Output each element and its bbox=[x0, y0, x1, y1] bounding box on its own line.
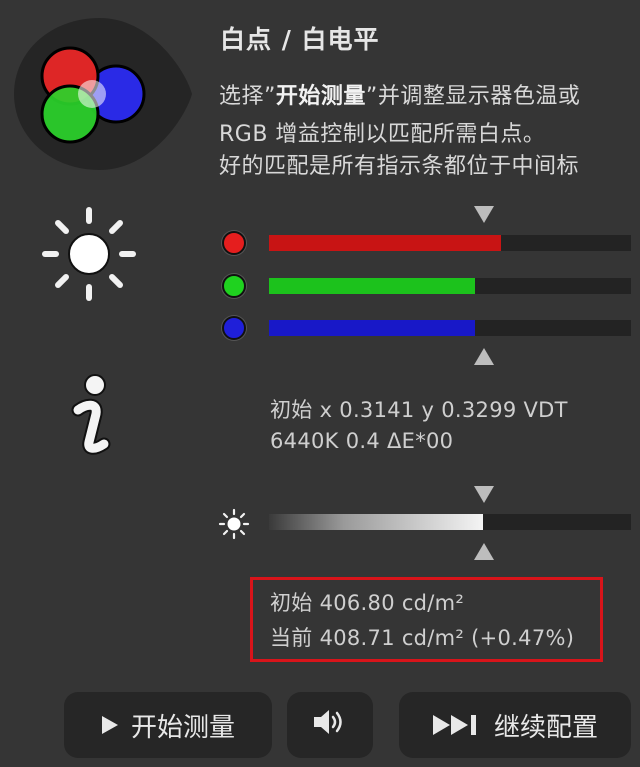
sun-icon bbox=[42, 207, 136, 301]
green-channel-dot bbox=[222, 274, 246, 298]
blue-channel-dot bbox=[222, 316, 246, 340]
luminance-fill bbox=[269, 514, 483, 530]
page-title: 白点 / 白电平 bbox=[220, 25, 380, 54]
description-line-3: 好的匹配是所有指示条都位于中间标 bbox=[219, 154, 580, 179]
red-channel-fill bbox=[269, 235, 501, 251]
red-channel-dot bbox=[222, 231, 246, 255]
target-marker-bottom-icon bbox=[474, 348, 494, 365]
start-measurement-button[interactable]: 开始测量 bbox=[64, 692, 272, 758]
start-measurement-label: 开始测量 bbox=[130, 712, 235, 743]
luminance-bar bbox=[269, 514, 631, 530]
target-marker-top-icon bbox=[474, 206, 494, 223]
description-line-1: 选择”开始测量”并调整显示器色温或 bbox=[219, 84, 581, 109]
continue-configuration-label: 继续配置 bbox=[493, 712, 598, 743]
brightness-icon bbox=[218, 508, 250, 540]
luminance-target-bottom-icon bbox=[474, 543, 494, 560]
luminance-initial: 初始 406.80 cd/m² bbox=[270, 591, 465, 615]
info-icon bbox=[71, 374, 111, 455]
luminance-current: 当前 408.71 cd/m² (+0.47%) bbox=[270, 626, 575, 650]
green-channel-fill bbox=[269, 278, 476, 294]
skip-forward-icon bbox=[432, 714, 482, 736]
speaker-icon bbox=[312, 707, 348, 744]
measurement-readout-line-1: 初始 x 0.3141 y 0.3299 VDT bbox=[270, 398, 568, 422]
green-channel-bar bbox=[269, 278, 631, 294]
luminance-target-top-icon bbox=[474, 486, 494, 503]
continue-configuration-button[interactable]: 继续配置 bbox=[399, 692, 631, 758]
blue-channel-bar bbox=[269, 320, 631, 336]
measurement-readout-line-2: 6440K 0.4 ΔE*00 bbox=[270, 429, 454, 453]
description-line-2: RGB 增益控制以匹配所需白点。 bbox=[219, 122, 546, 147]
blue-channel-fill bbox=[269, 320, 476, 336]
play-icon bbox=[101, 715, 119, 735]
rgb-circles-icon bbox=[14, 18, 192, 170]
red-channel-bar bbox=[269, 235, 631, 251]
sound-toggle-button[interactable] bbox=[287, 692, 373, 758]
